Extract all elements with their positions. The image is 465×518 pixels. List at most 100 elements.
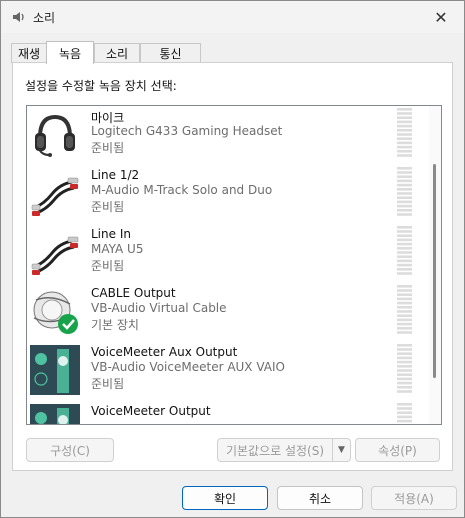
tab-sounds[interactable]: 소리 (94, 43, 140, 63)
sound-dialog: 소리 ✕ 재생 녹음 소리 통신 설정을 수정할 녹음 장치 선택: 마이크 L… (0, 0, 465, 518)
level-meter (397, 403, 412, 423)
device-item[interactable]: Line In MAYA U5 준비됨 (27, 224, 429, 283)
meter-segment (397, 373, 412, 376)
close-button[interactable]: ✕ (418, 1, 464, 33)
meter-segment (397, 116, 412, 119)
device-description: MAYA U5 (91, 242, 144, 256)
tab-communications[interactable]: 통신 (140, 43, 201, 63)
meter-segment (397, 137, 412, 140)
tab-recording[interactable]: 녹음 (46, 41, 94, 64)
dialog-footer: 확인 취소 적용(A) (1, 479, 464, 517)
meter-segment (397, 415, 412, 419)
meter-segment (397, 356, 412, 360)
device-item[interactable]: VoiceMeeter Aux Output VB-Audio VoiceMee… (27, 342, 429, 401)
device-status: 준비됨 (91, 200, 125, 214)
meter-segment (397, 344, 412, 347)
meter-segment (397, 108, 412, 111)
meter-segment (397, 263, 412, 267)
device-description: M-Audio M-Track Solo and Duo (91, 183, 273, 197)
device-description: VB-Audio VoiceMeeter AUX VAIO (91, 360, 285, 374)
device-status: 준비됨 (91, 259, 125, 273)
meter-segment (397, 331, 412, 334)
apply-button[interactable]: 적용(A) (371, 486, 457, 510)
meter-segment (397, 272, 412, 275)
set-default-dropdown[interactable]: ▼ (332, 439, 350, 461)
meter-segment (397, 234, 412, 237)
meter-segment (397, 247, 412, 250)
meter-segment (397, 314, 412, 317)
device-item[interactable]: 마이크 Logitech G433 Gaming Headset 준비됨 (27, 106, 429, 165)
device-name: Line In (91, 227, 131, 241)
meter-segment (397, 360, 412, 364)
meter-segment (397, 259, 412, 263)
meter-segment (397, 192, 412, 195)
meter-segment (397, 381, 412, 385)
meter-segment (397, 390, 412, 393)
device-status: 기본 장치 (91, 318, 139, 332)
level-meter (397, 167, 412, 216)
meter-segment (397, 348, 412, 351)
meter-segment (397, 255, 412, 258)
tab-playback[interactable]: 재생 (11, 43, 47, 63)
meter-segment (397, 183, 412, 187)
meter-segment (397, 204, 412, 208)
device-description: VB-Audio Virtual Cable (91, 301, 227, 315)
level-meter (397, 285, 412, 334)
rca-cable-icon (31, 177, 79, 216)
device-status: 준비됨 (91, 141, 125, 155)
meter-segment (397, 293, 412, 296)
meter-segment (397, 322, 412, 326)
meter-segment (397, 175, 412, 178)
close-icon: ✕ (434, 7, 448, 27)
meter-segment (397, 365, 412, 368)
recording-panel: 설정을 수정할 녹음 장치 선택: 마이크 Logitech G433 Gami… (12, 62, 453, 471)
meter-segment (397, 112, 412, 115)
speaker-icon (13, 12, 24, 22)
meter-segment (397, 150, 412, 153)
vertical-scrollbar[interactable] (429, 106, 441, 424)
voicemeeter-icon (30, 345, 80, 395)
meter-segment (397, 179, 412, 183)
window-title: 소리 (33, 11, 56, 25)
meter-segment (397, 238, 412, 242)
rca-cable-icon (31, 236, 79, 275)
scroll-thumb[interactable] (433, 164, 436, 378)
device-name: CABLE Output (91, 286, 176, 300)
meter-segment (397, 310, 412, 313)
device-item[interactable]: VoiceMeeter Output (27, 401, 429, 424)
instruction-label: 설정을 수정할 녹음 장치 선택: (25, 79, 177, 93)
device-status: 준비됨 (91, 377, 125, 391)
voicemeeter-icon (30, 404, 80, 424)
ok-button[interactable]: 확인 (182, 486, 268, 510)
title-bar: 소리 ✕ (1, 1, 464, 33)
meter-segment (397, 369, 412, 372)
properties-button[interactable]: 속성(P) (355, 438, 440, 462)
virtual-cable-default-icon (33, 291, 78, 334)
meter-segment (397, 171, 412, 174)
meter-segment (397, 209, 412, 212)
meter-segment (397, 226, 412, 229)
meter-segment (397, 141, 412, 145)
device-list[interactable]: 마이크 Logitech G433 Gaming Headset 준비됨 Lin… (26, 105, 442, 425)
meter-segment (397, 120, 412, 124)
meter-segment (397, 411, 412, 414)
meter-segment (397, 301, 412, 305)
set-default-button[interactable]: 기본값으로 설정(S) ▼ (217, 438, 351, 462)
device-name: VoiceMeeter Output (91, 404, 211, 418)
meter-segment (397, 167, 412, 170)
meter-segment (397, 188, 412, 191)
cancel-button[interactable]: 취소 (277, 486, 363, 510)
device-item[interactable]: CABLE Output VB-Audio Virtual Cable 기본 장… (27, 283, 429, 342)
meter-segment (397, 145, 412, 149)
device-item[interactable]: Line 1/2 M-Audio M-Track Solo and Duo 준비… (27, 165, 429, 224)
headset-icon (35, 114, 75, 157)
configure-button[interactable]: 구성(C) (26, 438, 114, 462)
meter-segment (397, 377, 412, 381)
meter-segment (397, 242, 412, 246)
meter-segment (397, 318, 412, 322)
level-meter (397, 344, 412, 393)
chevron-down-icon: ▼ (338, 445, 345, 455)
meter-segment (397, 407, 412, 410)
meter-segment (397, 352, 412, 355)
device-description: Logitech G433 Gaming Headset (91, 124, 283, 138)
